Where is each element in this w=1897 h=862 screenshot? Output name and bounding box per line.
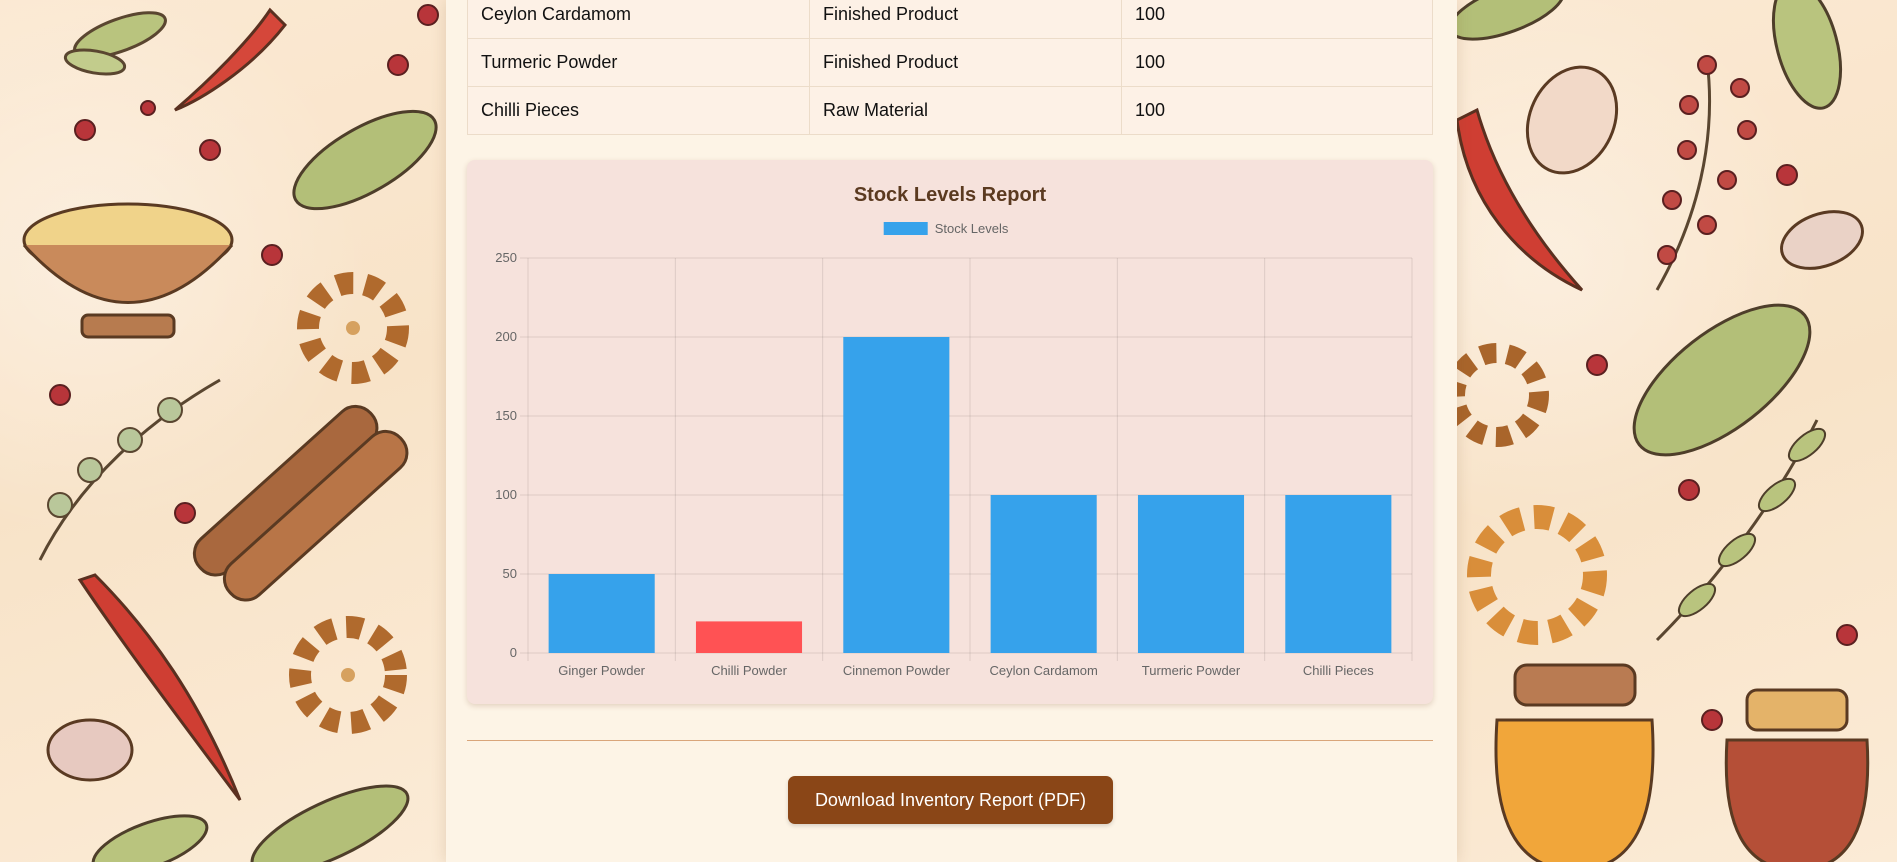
table-row: Chilli Pieces Raw Material 100 <box>467 86 1433 135</box>
stock-levels-bar-chart: 0 50 100 150 200 250 Ginger Powder Chilli Powde… <box>495 221 1413 678</box>
table-row: Turmeric Powder Finished Product 100 <box>467 38 1433 87</box>
bar <box>1285 495 1392 653</box>
bar <box>548 574 655 653</box>
decorative-spice-panel-left <box>0 0 446 862</box>
bay-leaf-icon <box>91 784 410 862</box>
quantity-cell: 100 <box>1121 86 1433 135</box>
section-divider <box>467 740 1433 741</box>
y-tick-label: 200 <box>495 329 517 344</box>
bar <box>990 495 1097 653</box>
product-type-cell: Finished Product <box>809 0 1122 39</box>
garlic-clove-icon <box>46 718 134 782</box>
bay-leaf-icon <box>1457 0 1843 110</box>
chili-pepper-icon <box>174 7 287 112</box>
star-anise-icon <box>297 272 409 384</box>
bar <box>695 621 803 653</box>
cinnamon-stick-icon <box>192 404 409 602</box>
x-tick-label: Turmeric Powder <box>1142 663 1241 678</box>
herb-sprig-icon <box>38 378 221 561</box>
spice-bowl-icon <box>22 202 234 339</box>
product-name-cell: Turmeric Powder <box>467 38 810 87</box>
oil-jar-icon <box>1494 663 1655 862</box>
x-tick-label: Ginger Powder <box>558 663 645 678</box>
y-tick-label: 0 <box>510 645 517 660</box>
legend-label: Stock Levels <box>935 221 1009 236</box>
product-type-cell: Raw Material <box>809 86 1122 135</box>
download-pdf-button[interactable]: Download Inventory Report (PDF) <box>788 776 1113 824</box>
bay-leaf-icon <box>292 109 438 211</box>
legend-swatch <box>883 222 928 235</box>
x-tick-label: Ceylon Cardamom <box>989 663 1097 678</box>
spice-illustration-right <box>1457 0 1870 862</box>
y-tick-label: 150 <box>495 408 517 423</box>
star-anise-icon <box>289 616 407 734</box>
spice-illustration-left <box>22 4 439 862</box>
y-tick-label: 50 <box>503 566 517 581</box>
bar <box>843 337 950 653</box>
product-type-cell: Finished Product <box>809 38 1122 87</box>
product-name-cell: Ceylon Cardamom <box>467 0 810 39</box>
x-tick-label: Chilli Powder <box>711 663 788 678</box>
x-tick-label: Chilli Pieces <box>1303 663 1374 678</box>
inventory-table: Ceylon Cardamom Finished Product 100 Tur… <box>467 0 1433 135</box>
quantity-cell: 100 <box>1121 38 1433 87</box>
bar <box>1137 495 1245 653</box>
bay-leaf-icon <box>63 11 167 76</box>
star-anise-icon <box>1457 343 1607 645</box>
spice-jar-icon <box>1724 688 1870 862</box>
quantity-cell: 100 <box>1121 0 1433 39</box>
x-tick-label: Cinnemon Powder <box>843 663 951 678</box>
main-content: Ceylon Cardamom Finished Product 100 Tur… <box>446 0 1457 862</box>
decorative-spice-panel-right <box>1457 0 1897 862</box>
table-row: Ceylon Cardamom Finished Product 100 <box>467 0 1433 39</box>
berry-sprig-icon <box>1655 55 1757 291</box>
y-tick-label: 250 <box>495 250 517 265</box>
y-tick-label: 100 <box>495 487 517 502</box>
stock-levels-chart-card: Stock Levels Report 0 50 100 150 200 250 Ginge… <box>467 160 1433 704</box>
product-name-cell: Chilli Pieces <box>467 86 810 135</box>
